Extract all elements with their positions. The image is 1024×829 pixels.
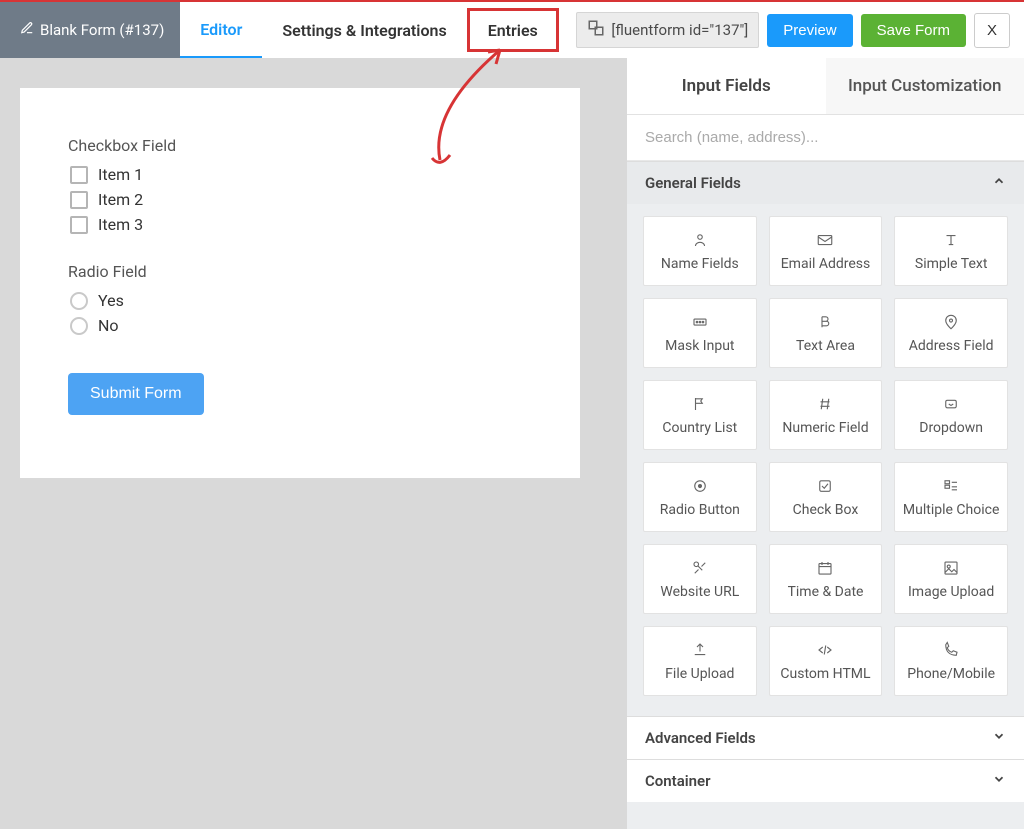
tab-settings-integrations[interactable]: Settings & Integrations [262,2,466,58]
field-card-time-date[interactable]: Time & Date [769,544,883,614]
list-icon [941,476,961,496]
location-icon [941,312,961,332]
field-card-label: Simple Text [915,256,988,272]
section-title: General Fields [645,174,741,192]
field-card-label: Time & Date [788,584,864,600]
pencil-icon [20,21,34,39]
radio-option[interactable]: Yes [68,291,532,310]
chevron-down-icon [992,729,1006,747]
field-card-multiple-choice[interactable]: Multiple Choice [894,462,1008,532]
tab-input-customization[interactable]: Input Customization [826,58,1024,114]
tab-input-fields[interactable]: Input Fields [627,58,826,114]
checkbox-option-label: Item 1 [98,165,143,184]
email-icon [815,230,835,250]
checkbox-icon[interactable] [70,191,88,209]
shortcode-icon [587,19,605,41]
field-card-label: Address Field [909,338,994,354]
chevron-up-icon [992,174,1006,192]
keyboard-icon [690,312,710,332]
section-general-fields[interactable]: General Fields [627,161,1024,204]
field-card-label: Check Box [793,502,859,518]
section-title: Advanced Fields [645,729,756,747]
field-card-label: Image Upload [908,584,994,600]
field-card-label: File Upload [665,666,734,682]
radio-icon [690,476,710,496]
radio-icon[interactable] [70,292,88,310]
checkbox-field-block[interactable]: Checkbox Field Item 1 Item 2 Item 3 [68,136,532,234]
checkbox-icon[interactable] [70,216,88,234]
checkbox-option-label: Item 2 [98,190,143,209]
hash-icon [815,394,835,414]
field-card-mask-input[interactable]: Mask Input [643,298,757,368]
checkbox-icon[interactable] [70,166,88,184]
field-card-label: Numeric Field [782,420,868,436]
calendar-icon [815,558,835,578]
text-icon [941,230,961,250]
checkbox-option[interactable]: Item 3 [68,215,532,234]
checkbox-icon [815,476,835,496]
radio-icon[interactable] [70,317,88,335]
paragraph-icon [815,312,835,332]
form-title[interactable]: Blank Form (#137) [0,2,180,58]
field-card-simple-text[interactable]: Simple Text [894,216,1008,286]
field-card-radio-button[interactable]: Radio Button [643,462,757,532]
field-card-label: Dropdown [919,420,983,436]
search-input[interactable] [627,115,1024,161]
phone-icon [941,640,961,660]
field-card-country-list[interactable]: Country List [643,380,757,450]
checkbox-option-label: Item 3 [98,215,143,234]
field-card-address-field[interactable]: Address Field [894,298,1008,368]
field-card-label: Email Address [781,256,871,272]
upload-icon [690,640,710,660]
section-title: Container [645,772,711,790]
radio-option[interactable]: No [68,316,532,335]
field-card-dropdown[interactable]: Dropdown [894,380,1008,450]
chevron-down-icon [992,772,1006,790]
field-card-label: Website URL [660,584,739,600]
field-card-label: Custom HTML [780,666,870,682]
field-card-website-url[interactable]: Website URL [643,544,757,614]
field-card-numeric-field[interactable]: Numeric Field [769,380,883,450]
preview-button[interactable]: Preview [767,14,852,47]
field-card-label: Mask Input [665,338,734,354]
field-card-label: Text Area [796,338,855,354]
field-card-custom-html[interactable]: Custom HTML [769,626,883,696]
submit-button[interactable]: Submit Form [68,373,204,415]
radio-option-label: Yes [98,291,124,310]
radio-option-label: No [98,316,119,335]
code-icon [815,640,835,660]
radio-field-block[interactable]: Radio Field Yes No [68,262,532,335]
link-icon [690,558,710,578]
shortcode-display[interactable]: [fluentform id="137"] [576,12,759,48]
dropdown-icon [941,394,961,414]
flag-icon [690,394,710,414]
field-card-email-address[interactable]: Email Address [769,216,883,286]
checkbox-field-label: Checkbox Field [68,136,532,155]
section-advanced-fields[interactable]: Advanced Fields [627,716,1024,759]
field-card-label: Country List [662,420,737,436]
field-card-label: Name Fields [661,256,739,272]
field-card-label: Phone/Mobile [907,666,995,682]
field-card-text-area[interactable]: Text Area [769,298,883,368]
field-card-label: Radio Button [660,502,740,518]
form-canvas[interactable]: Checkbox Field Item 1 Item 2 Item 3 Radi… [20,88,580,478]
field-card-image-upload[interactable]: Image Upload [894,544,1008,614]
tab-editor[interactable]: Editor [180,2,262,58]
user-icon [690,230,710,250]
field-card-file-upload[interactable]: File Upload [643,626,757,696]
close-button[interactable]: X [974,13,1010,48]
shortcode-text: [fluentform id="137"] [611,21,748,39]
image-icon [941,558,961,578]
checkbox-option[interactable]: Item 2 [68,190,532,209]
checkbox-option[interactable]: Item 1 [68,165,532,184]
radio-field-label: Radio Field [68,262,532,281]
save-form-button[interactable]: Save Form [861,14,966,47]
field-card-name-fields[interactable]: Name Fields [643,216,757,286]
field-card-check-box[interactable]: Check Box [769,462,883,532]
form-title-text: Blank Form (#137) [40,21,164,39]
field-card-phone-mobile[interactable]: Phone/Mobile [894,626,1008,696]
tab-entries[interactable]: Entries [467,8,559,52]
section-container[interactable]: Container [627,759,1024,802]
field-card-label: Multiple Choice [903,502,999,518]
